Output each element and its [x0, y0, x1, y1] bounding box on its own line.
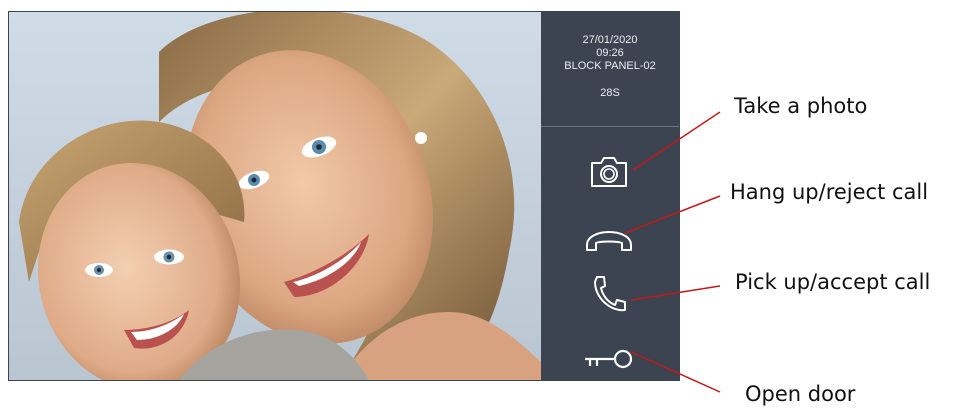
callout-open-door: Open door [745, 382, 856, 406]
callout-pick-up: Pick up/accept call [735, 270, 931, 294]
leader-hang-up [624, 195, 721, 234]
leader-take-photo [632, 111, 721, 171]
callout-leader-lines [624, 111, 721, 393]
callout-take-photo: Take a photo [734, 94, 868, 118]
leader-pick-up [630, 285, 721, 301]
callout-hang-up: Hang up/reject call [730, 180, 929, 204]
leader-open-door [630, 351, 721, 393]
